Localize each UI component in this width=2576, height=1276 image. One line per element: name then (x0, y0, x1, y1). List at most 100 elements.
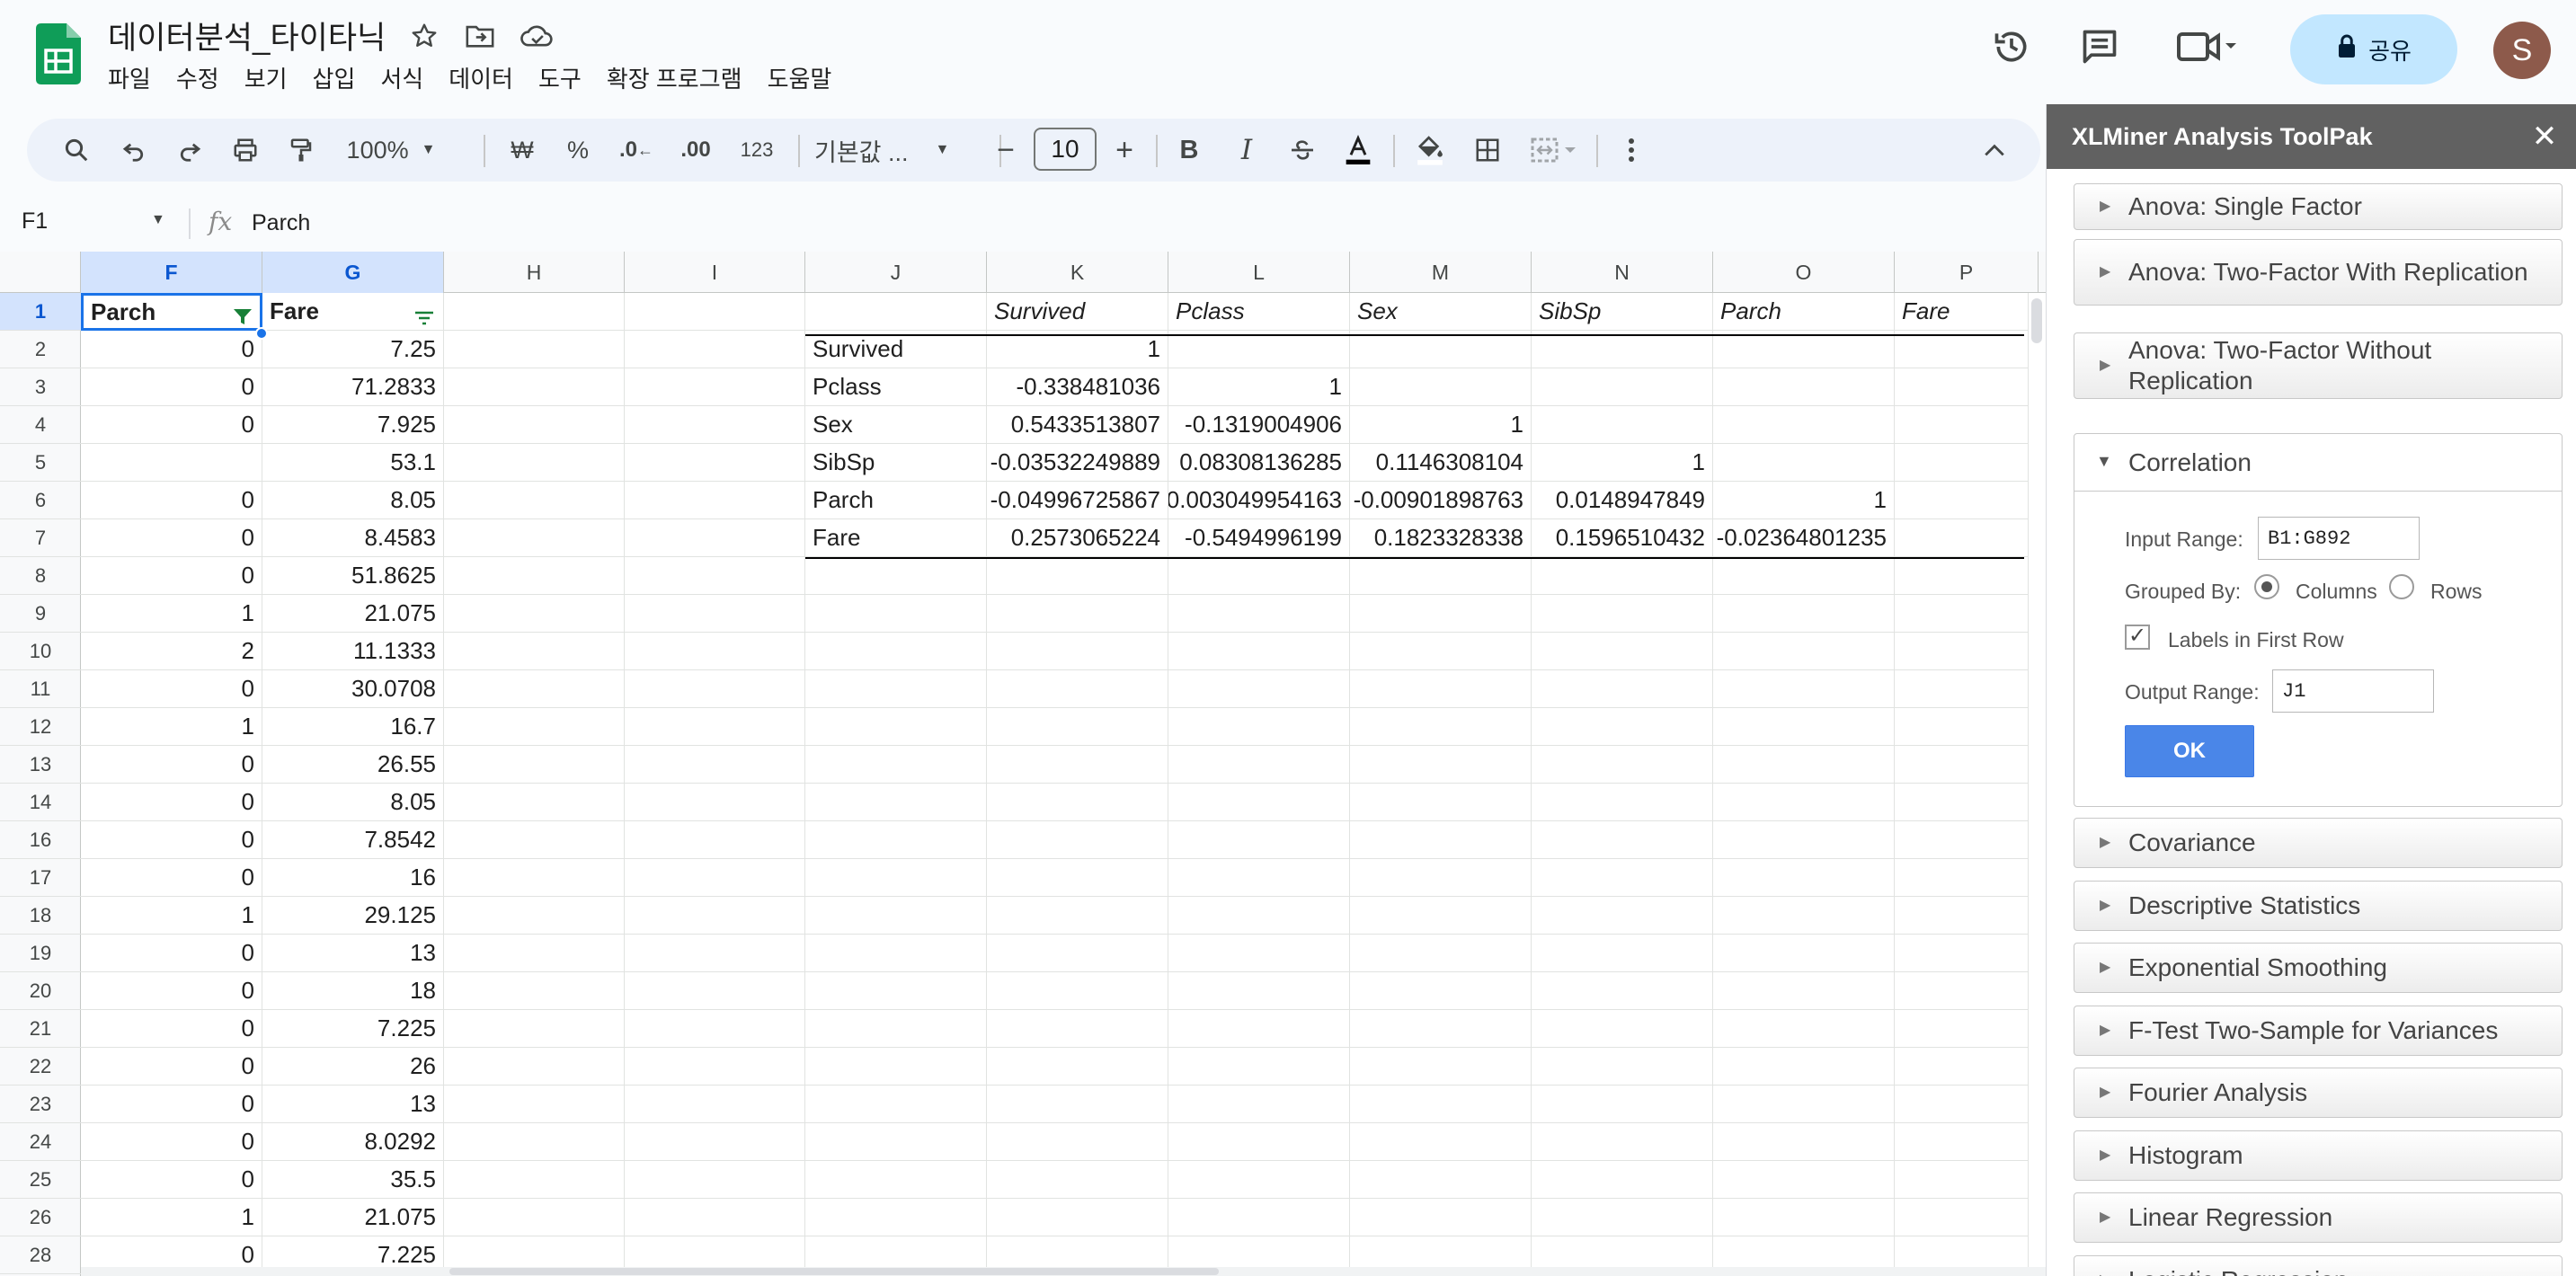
cell[interactable] (625, 1161, 805, 1199)
column-header-l[interactable]: L (1168, 252, 1350, 293)
formula-input[interactable]: Parch (252, 210, 310, 236)
cell-parch[interactable]: 0 (81, 519, 262, 557)
cell[interactable] (1350, 633, 1532, 670)
cell[interactable] (1350, 1123, 1532, 1161)
cell[interactable] (625, 859, 805, 897)
cell[interactable] (1713, 897, 1895, 935)
cell[interactable] (805, 633, 987, 670)
collapse-chevron-up-icon[interactable] (1972, 128, 2017, 173)
text-color-icon[interactable] (1336, 128, 1381, 173)
row-header-22[interactable]: 22 (0, 1048, 81, 1085)
menu-insert[interactable]: 삽입 (300, 59, 369, 96)
cell[interactable] (1895, 633, 2039, 670)
cell[interactable] (625, 1010, 805, 1048)
cell[interactable] (625, 368, 805, 406)
cell[interactable] (805, 972, 987, 1010)
row-header-7[interactable]: 7 (0, 519, 81, 557)
merge-cells-icon[interactable] (1523, 128, 1586, 173)
cell[interactable] (805, 1161, 987, 1199)
column-header-i[interactable]: I (625, 252, 805, 293)
corr-row-label[interactable]: Fare (805, 519, 987, 557)
cell[interactable] (1532, 557, 1713, 595)
corr-value[interactable]: 1 (1350, 406, 1532, 444)
cell[interactable] (444, 1085, 625, 1123)
cell[interactable] (625, 708, 805, 746)
cell[interactable] (805, 670, 987, 708)
cell-fare[interactable]: 8.4583 (262, 519, 444, 557)
cell[interactable] (1713, 670, 1895, 708)
cell[interactable] (444, 444, 625, 482)
row-header-19[interactable]: 19 (0, 935, 81, 972)
cell[interactable] (1895, 519, 2039, 557)
cell[interactable] (987, 972, 1168, 1010)
corr-value[interactable]: 1 (1713, 482, 1895, 519)
cell[interactable] (625, 972, 805, 1010)
cell[interactable] (444, 406, 625, 444)
row-header-4[interactable]: 4 (0, 406, 81, 444)
cell-fare[interactable]: 18 (262, 972, 444, 1010)
cell[interactable] (1168, 746, 1350, 784)
cell[interactable] (1168, 935, 1350, 972)
borders-icon[interactable] (1465, 128, 1510, 173)
sheets-logo-icon[interactable] (36, 23, 81, 84)
cell-parch[interactable]: 0 (81, 1048, 262, 1085)
cell[interactable] (1532, 1048, 1713, 1085)
cell[interactable] (987, 708, 1168, 746)
cell[interactable] (987, 1123, 1168, 1161)
cell[interactable] (1532, 859, 1713, 897)
filter-icon[interactable] (414, 304, 434, 330)
cell[interactable] (1532, 1161, 1713, 1199)
comments-icon[interactable] (2074, 22, 2125, 72)
row-header-2[interactable]: 2 (0, 331, 81, 368)
cell[interactable] (1532, 406, 1713, 444)
row-header-8[interactable]: 8 (0, 557, 81, 595)
cell[interactable] (1532, 897, 1713, 935)
move-folder-icon[interactable] (462, 18, 498, 54)
cell[interactable] (625, 293, 805, 331)
cell[interactable] (1168, 821, 1350, 859)
corr-value[interactable]: 0.1823328338 (1350, 519, 1532, 557)
cell[interactable] (1713, 1199, 1895, 1236)
cell[interactable] (625, 746, 805, 784)
cell[interactable] (1168, 859, 1350, 897)
currency-format-button[interactable]: ₩ (500, 128, 545, 173)
tool-item[interactable]: ▶ Covariance (2074, 818, 2563, 868)
zoom-select[interactable]: 100% ▼ (342, 128, 440, 173)
labels-first-row-checkbox[interactable]: ✓ (2125, 625, 2150, 650)
close-icon[interactable]: ✕ (2525, 117, 2564, 156)
search-menus-icon[interactable] (54, 128, 99, 173)
cell[interactable] (1168, 633, 1350, 670)
cell[interactable] (1713, 1085, 1895, 1123)
cell[interactable] (625, 633, 805, 670)
font-size-input[interactable]: 10 (1034, 128, 1097, 171)
cell-parch[interactable]: 1 (81, 595, 262, 633)
corr-row-label[interactable]: Survived (805, 331, 987, 368)
meet-video-icon[interactable] (2173, 22, 2245, 72)
cloud-saved-icon[interactable] (520, 18, 555, 54)
cell[interactable] (805, 935, 987, 972)
cell[interactable] (1713, 784, 1895, 821)
cell[interactable] (444, 1199, 625, 1236)
cell-parch[interactable]: 0 (81, 1010, 262, 1048)
cell[interactable] (1713, 368, 1895, 406)
filter-active-icon[interactable] (233, 305, 253, 328)
cell[interactable] (625, 406, 805, 444)
cell[interactable] (444, 935, 625, 972)
corr-value[interactable]: 0.1146308104 (1350, 444, 1532, 482)
cell[interactable] (1713, 331, 1895, 368)
cell[interactable] (1713, 406, 1895, 444)
cell[interactable] (1168, 670, 1350, 708)
cell[interactable] (987, 784, 1168, 821)
cell[interactable] (1895, 557, 2039, 595)
cell[interactable] (1895, 1161, 2039, 1199)
cell[interactable] (1713, 633, 1895, 670)
row-header-14[interactable]: 14 (0, 784, 81, 821)
column-header-n[interactable]: N (1532, 252, 1713, 293)
cell-fare[interactable]: 11.1333 (262, 633, 444, 670)
corr-col-header[interactable]: Sex (1350, 293, 1532, 331)
menu-tools[interactable]: 도구 (526, 59, 594, 96)
cell-fare[interactable]: 8.05 (262, 482, 444, 519)
cell[interactable] (1168, 557, 1350, 595)
cell[interactable] (805, 859, 987, 897)
cell[interactable] (444, 1010, 625, 1048)
